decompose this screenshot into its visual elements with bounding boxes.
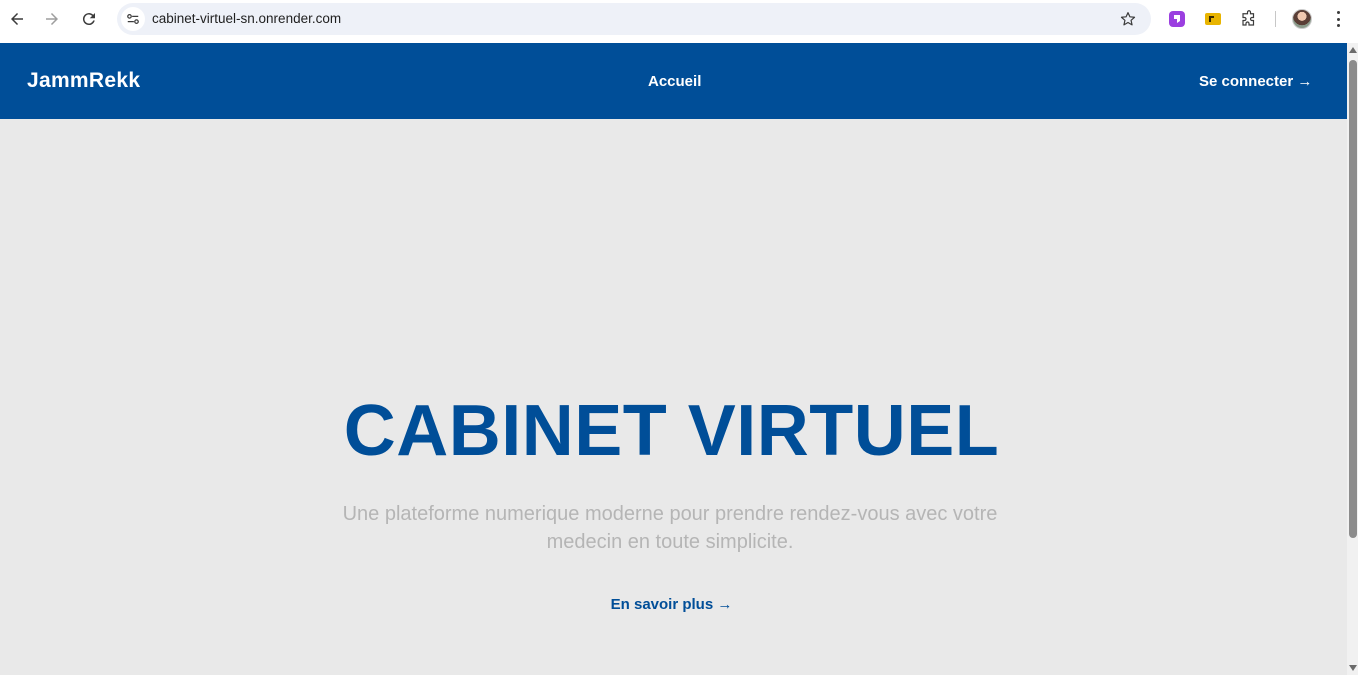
scroll-down-arrow-icon[interactable]: [1349, 665, 1357, 671]
browser-toolbar: cabinet-virtuel-sn.onrender.com: [0, 0, 1358, 43]
nav-link-accueil[interactable]: Accueil: [648, 73, 701, 90]
forward-icon: [46, 13, 58, 25]
login-link[interactable]: Se connecter →: [1199, 73, 1312, 90]
learn-more-link[interactable]: En savoir plus →: [0, 596, 1343, 613]
reload-button[interactable]: [77, 7, 101, 31]
back-icon: [11, 13, 23, 25]
bookmark-star-icon[interactable]: [1119, 10, 1137, 28]
site-header: JammRekk Accueil Se connecter →: [0, 43, 1347, 119]
hero-subtitle: Une plateforme numerique moderne pour pr…: [342, 503, 998, 553]
url-text[interactable]: cabinet-virtuel-sn.onrender.com: [152, 11, 341, 26]
scroll-up-arrow-icon[interactable]: [1349, 47, 1357, 53]
extension-yellow-icon[interactable]: [1204, 10, 1222, 28]
forward-button[interactable]: [40, 7, 64, 31]
page-scrollbar[interactable]: [1347, 43, 1358, 675]
address-bar[interactable]: cabinet-virtuel-sn.onrender.com: [117, 3, 1151, 35]
site-info-icon: [127, 14, 139, 24]
scroll-thumb[interactable]: [1349, 60, 1357, 538]
reload-icon: [82, 13, 95, 26]
brand-logo[interactable]: JammRekk: [27, 69, 140, 93]
menu-kebab-icon[interactable]: [1330, 9, 1346, 29]
extension-purple-icon[interactable]: [1168, 10, 1186, 28]
web-page: JammRekk Accueil Se connecter → CABINET …: [0, 43, 1347, 675]
profile-avatar[interactable]: [1292, 9, 1312, 29]
toolbar-divider: [1275, 11, 1276, 27]
extensions-puzzle-icon[interactable]: [1240, 10, 1258, 28]
site-info-button[interactable]: [121, 7, 145, 31]
hero-title: CABINET VIRTUEL: [343, 391, 1000, 471]
back-button[interactable]: [5, 7, 29, 31]
